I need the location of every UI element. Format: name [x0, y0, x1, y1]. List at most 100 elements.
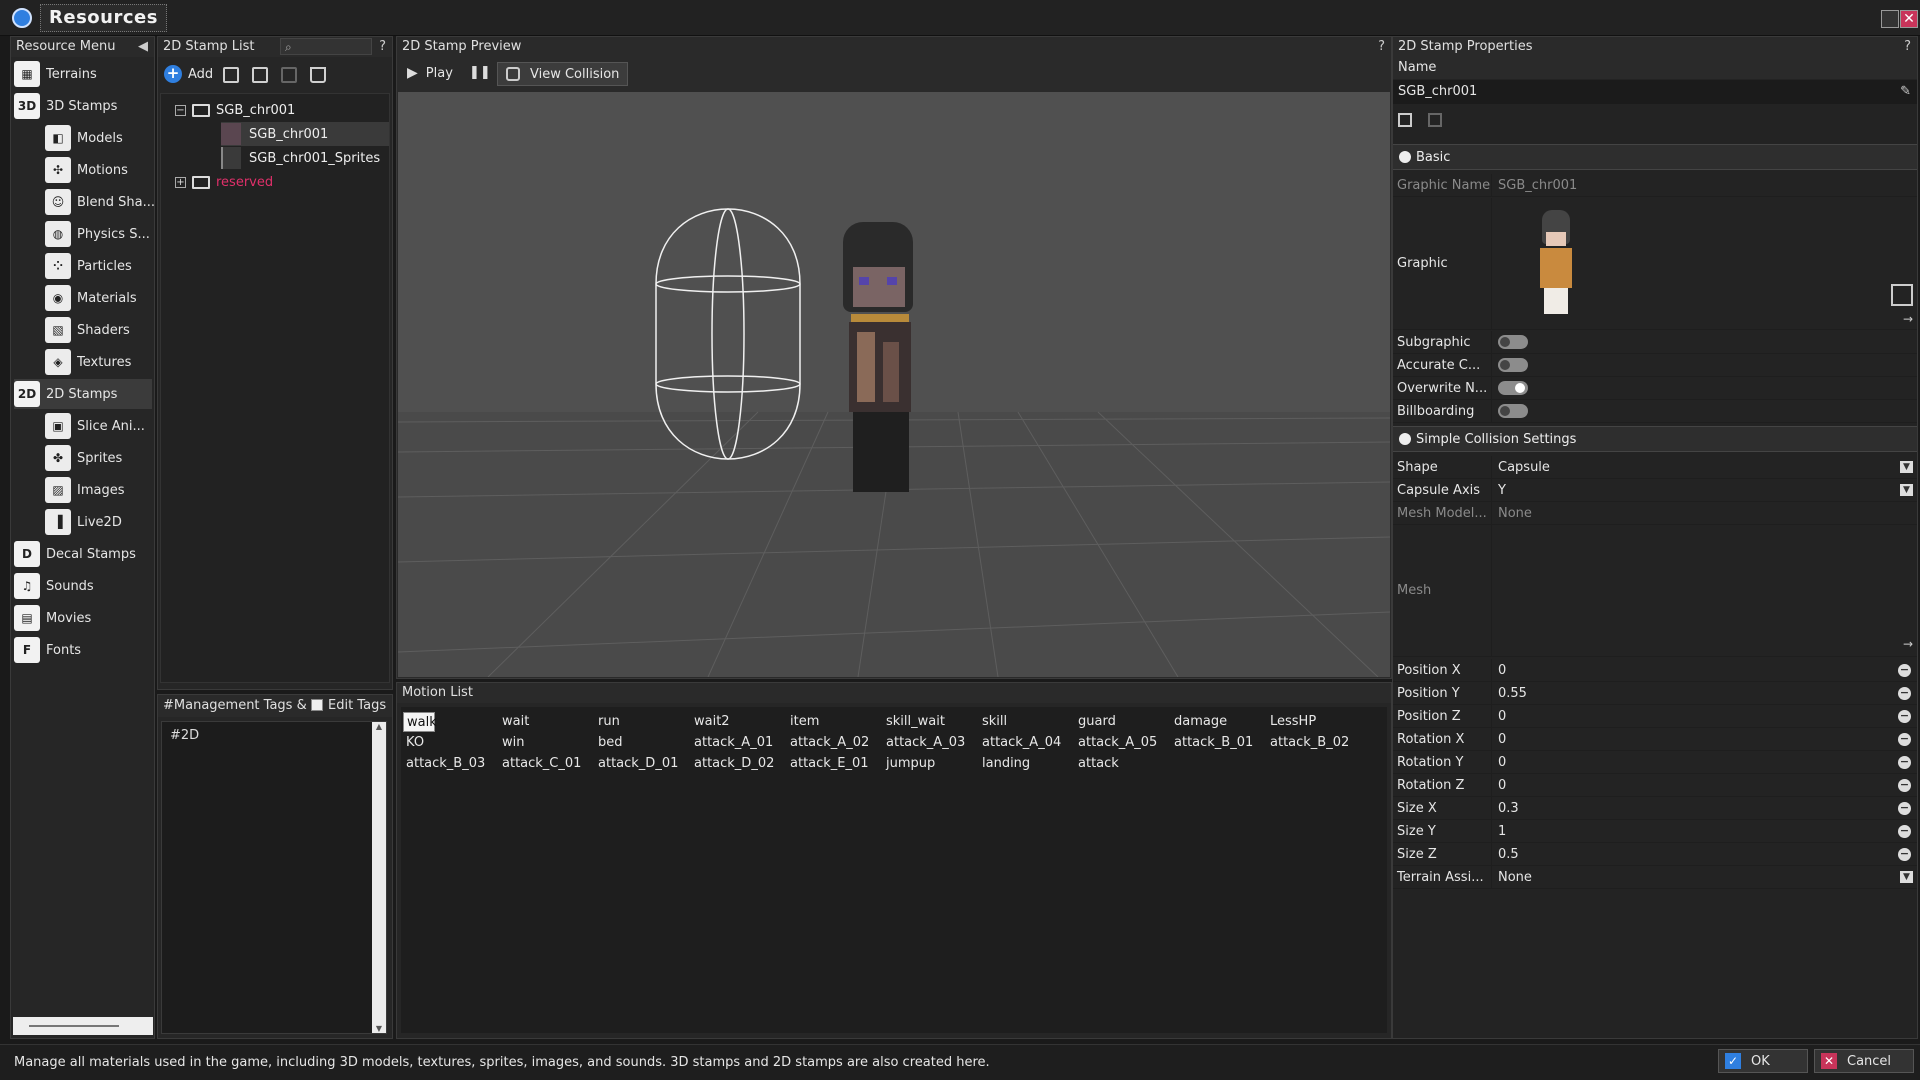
motion-item[interactable]: attack_A_01 — [691, 733, 787, 753]
motion-item[interactable]: KO — [403, 733, 499, 753]
close-button[interactable]: ✕ — [1900, 10, 1918, 28]
transform-value-input[interactable]: 0.55− — [1491, 682, 1917, 704]
resource-menu-item-terrains[interactable]: ▦ Terrains — [14, 59, 152, 89]
motion-item[interactable]: landing — [979, 754, 1075, 774]
motion-item[interactable]: attack_B_01 — [1171, 733, 1267, 753]
motion-item[interactable]: attack — [1075, 754, 1171, 774]
maximize-button[interactable] — [1881, 10, 1899, 28]
reset-icon[interactable]: − — [1898, 709, 1911, 723]
overwrite-toggle[interactable] — [1498, 381, 1528, 395]
paste-icon[interactable] — [1428, 113, 1442, 127]
transform-value-input[interactable]: 0− — [1491, 659, 1917, 681]
motion-item[interactable]: attack_B_02 — [1267, 733, 1363, 753]
name-input[interactable]: SGB_chr001 ✎ — [1393, 80, 1917, 104]
transform-value-input[interactable]: 0− — [1491, 751, 1917, 773]
collapse-circle-icon — [1399, 151, 1411, 163]
paste-button[interactable] — [281, 67, 297, 83]
tree-item-sgb-chr001[interactable]: SGB_chr001 — [221, 122, 389, 146]
reset-icon[interactable]: − — [1898, 686, 1911, 700]
resource-menu-item-movies[interactable]: ▤ Movies — [14, 603, 152, 633]
play-button[interactable]: ▶ Play — [407, 65, 453, 81]
basic-section-header[interactable]: Basic — [1393, 144, 1917, 170]
collapse-arrow-icon[interactable]: ◀ — [138, 37, 148, 57]
tree-folder-reserved[interactable]: + reserved — [175, 170, 273, 194]
motion-item[interactable]: attack_A_05 — [1075, 733, 1171, 753]
reset-icon[interactable]: − — [1898, 778, 1911, 792]
collision-section-header[interactable]: Simple Collision Settings — [1393, 426, 1917, 452]
reset-icon[interactable]: − — [1898, 663, 1911, 677]
resource-menu-item-fonts[interactable]: F Fonts — [14, 635, 152, 665]
ok-button[interactable]: ✓ OK — [1718, 1049, 1808, 1073]
tree-item-sgb-chr001-sprites[interactable]: SGB_chr001_Sprites — [221, 146, 380, 170]
tags-scrollbar[interactable]: ▲ ▼ — [372, 722, 386, 1033]
duplicate-button[interactable] — [252, 67, 268, 83]
arrow-right-icon[interactable]: → — [1903, 312, 1913, 326]
transform-value-input[interactable]: 0− — [1491, 774, 1917, 796]
reset-icon[interactable]: − — [1898, 732, 1911, 746]
resource-menu-item-3d-stamps[interactable]: 3D 3D Stamps — [14, 91, 152, 121]
motion-item[interactable]: wait — [499, 712, 595, 732]
view-collision-button[interactable]: View Collision — [497, 62, 629, 86]
edit-pencil-icon[interactable]: ✎ — [1900, 80, 1911, 104]
reset-icon[interactable]: − — [1898, 847, 1911, 861]
transform-value-input[interactable]: 0.5− — [1491, 843, 1917, 865]
reset-icon[interactable]: − — [1898, 824, 1911, 838]
motion-item[interactable]: damage — [1171, 712, 1267, 732]
cancel-button[interactable]: ✕ Cancel — [1814, 1049, 1914, 1073]
transform-value-input[interactable]: 1− — [1491, 820, 1917, 842]
capsule-axis-select[interactable]: Y ▼ — [1491, 479, 1917, 501]
copy-icon[interactable] — [1398, 113, 1412, 127]
tags-textarea[interactable]: #2D ▲ ▼ — [161, 721, 387, 1034]
resource-menu-item-2d-stamps[interactable]: 2D 2D Stamps — [14, 379, 152, 409]
edit-tags-checkbox[interactable] — [311, 699, 323, 711]
motion-item[interactable]: skill — [979, 712, 1075, 732]
motion-item[interactable]: walk — [403, 712, 437, 732]
motion-item[interactable]: wait2 — [691, 712, 787, 732]
collapse-toggle-icon[interactable]: − — [175, 104, 186, 116]
transform-value-input[interactable]: 0− — [1491, 728, 1917, 750]
help-icon[interactable]: ? — [1378, 37, 1385, 57]
motion-item[interactable]: attack_C_01 — [499, 754, 595, 774]
motion-item[interactable]: attack_A_02 — [787, 733, 883, 753]
motion-item[interactable]: attack_A_03 — [883, 733, 979, 753]
new-folder-button[interactable] — [223, 67, 239, 83]
motion-item[interactable]: win — [499, 733, 595, 753]
arrow-right-icon[interactable]: → — [1903, 637, 1913, 651]
terrain-select[interactable]: None ▼ — [1491, 866, 1917, 888]
reset-icon[interactable]: − — [1898, 801, 1911, 815]
motion-item[interactable]: run — [595, 712, 691, 732]
preview-viewport[interactable] — [398, 92, 1390, 677]
resource-menu-item-decal-stamps[interactable]: D Decal Stamps — [14, 539, 152, 569]
delete-button[interactable] — [310, 67, 326, 83]
tree-folder-sgb-chr001[interactable]: − SGB_chr001 — [175, 98, 295, 122]
motion-item[interactable]: attack_D_01 — [595, 754, 691, 774]
motion-item[interactable]: guard — [1075, 712, 1171, 732]
graphic-picker[interactable]: → — [1491, 198, 1917, 329]
billboarding-toggle[interactable] — [1498, 404, 1528, 418]
add-button[interactable]: + Add — [164, 65, 213, 83]
transform-value-input[interactable]: 0− — [1491, 705, 1917, 727]
motion-item[interactable]: attack_A_04 — [979, 733, 1075, 753]
transform-value-input[interactable]: 0.3− — [1491, 797, 1917, 819]
motion-item[interactable]: attack_B_03 — [403, 754, 499, 774]
accurate-toggle[interactable] — [1498, 358, 1528, 372]
mesh-picker[interactable]: → — [1491, 525, 1917, 656]
motion-item[interactable]: item — [787, 712, 883, 732]
pause-button[interactable]: ❚❚ — [469, 65, 491, 80]
resource-menu-scrollbar[interactable] — [13, 1017, 153, 1035]
reset-icon[interactable]: − — [1898, 755, 1911, 769]
help-icon[interactable]: ? — [1904, 37, 1911, 57]
resource-menu-item-sounds[interactable]: ♫ Sounds — [14, 571, 152, 601]
stamp-search-input[interactable]: ⌕ — [280, 38, 372, 55]
expand-toggle-icon[interactable]: + — [175, 176, 186, 188]
shape-select[interactable]: Capsule ▼ — [1491, 456, 1917, 478]
motion-item[interactable]: attack_E_01 — [787, 754, 883, 774]
motion-item[interactable]: skill_wait — [883, 712, 979, 732]
qr-code-icon[interactable] — [1891, 284, 1913, 306]
motion-item[interactable]: bed — [595, 733, 691, 753]
subgraphic-toggle[interactable] — [1498, 335, 1528, 349]
motion-item[interactable]: LessHP — [1267, 712, 1363, 732]
motion-item[interactable]: jumpup — [883, 754, 979, 774]
motion-item[interactable]: attack_D_02 — [691, 754, 787, 774]
help-icon[interactable]: ? — [379, 37, 386, 57]
